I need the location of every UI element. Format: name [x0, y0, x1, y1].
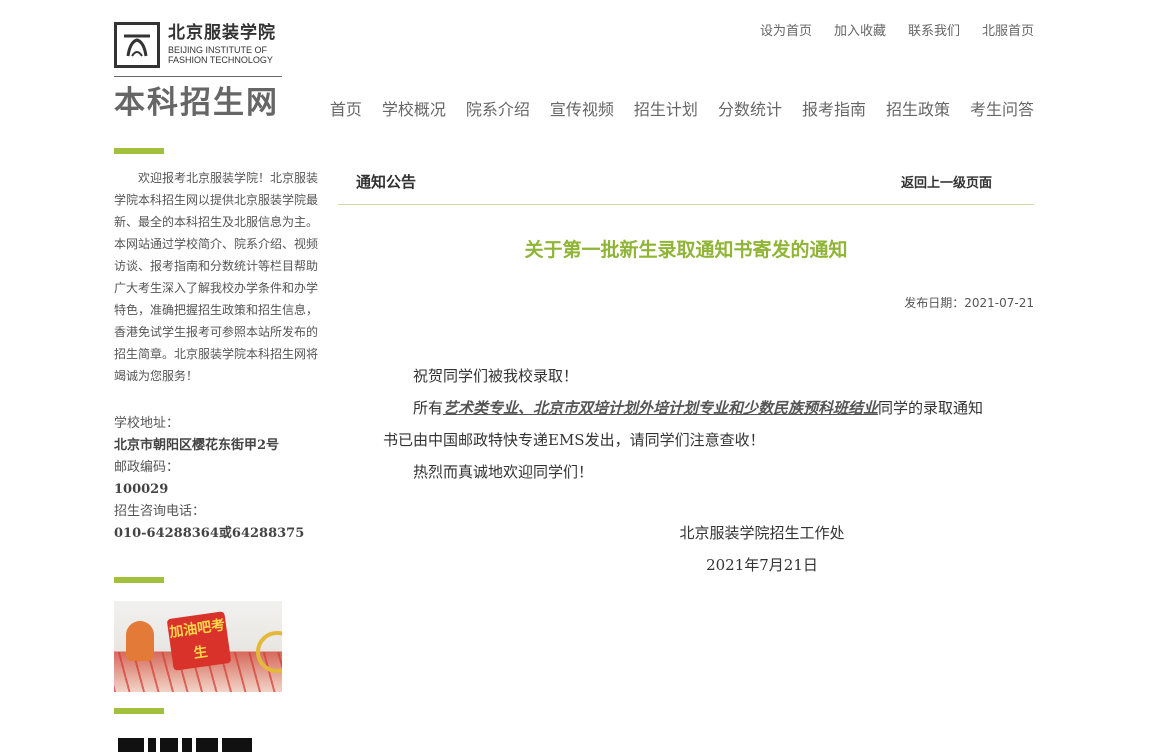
article-paragraph: 祝贺同学们被我校录取！	[413, 367, 579, 385]
article-paragraph: 热烈而真诚地欢迎同学们！	[413, 463, 594, 481]
top-utility-links: 设为首页 加入收藏 联系我们 北服首页	[760, 23, 1034, 41]
sidebar-intro-text: 欢迎报考北京服装学院！北京服装学院本科招生网以提供北京服装学院最新、最全的本科招…	[114, 171, 319, 383]
signature-organization: 北京服装学院招生工作处	[679, 524, 845, 542]
article-paragraph: 所有艺术类专业、北京市双培计划外培计划专业和少数民族预科班结业同学的录取通知书已…	[383, 392, 995, 456]
phone-value: 010-64288364或64288375	[114, 526, 305, 541]
set-homepage-link[interactable]: 设为首页	[760, 23, 812, 41]
postcode-label: 邮政编码：	[114, 460, 180, 475]
back-to-parent-link[interactable]: 返回上一级页面	[901, 172, 992, 191]
nav-enrollment-plan[interactable]: 招生计划	[634, 99, 698, 121]
promo-banner-image[interactable]: 加油吧考生	[114, 601, 282, 692]
notice-panel-header: 通知公告 返回上一级页面	[338, 161, 1034, 205]
publish-date: 发布日期：2021-07-21	[904, 294, 1034, 311]
sidebar-accent-bar	[114, 577, 164, 583]
nav-promo-video[interactable]: 宣传视频	[550, 99, 614, 121]
sidebar-accent-bar	[114, 708, 164, 714]
publish-date-value: 2021-07-21	[964, 296, 1034, 310]
nav-departments[interactable]: 院系介绍	[466, 99, 530, 121]
paragraph-text: 所有	[413, 399, 444, 417]
bift-home-link[interactable]: 北服首页	[982, 23, 1034, 41]
nav-home[interactable]: 首页	[330, 99, 362, 121]
add-favorite-link[interactable]: 加入收藏	[834, 23, 886, 41]
nav-application-guide[interactable]: 报考指南	[802, 99, 866, 121]
nav-school-overview[interactable]: 学校概况	[382, 99, 446, 121]
highlighted-majors: 艺术类专业、北京市双培计划外培计划专业和少数民族预科班结业	[443, 399, 879, 417]
article-body: 祝贺同学们被我校录取！ 所有艺术类专业、北京市双培计划外培计划专业和少数民族预科…	[383, 360, 995, 488]
sidebar-accent-bar	[114, 148, 164, 154]
main-navigation: 首页 学校概况 院系介绍 宣传视频 招生计划 分数统计 报考指南 招生政策 考生…	[330, 99, 1034, 121]
signature-date: 2021年7月21日	[706, 556, 818, 574]
address-value: 北京市朝阳区樱花东街甲2号	[114, 438, 280, 453]
promo-badge: 加油吧考生	[166, 611, 232, 671]
panel-title: 通知公告	[356, 173, 417, 191]
contact-info: 学校地址： 北京市朝阳区樱花东街甲2号 邮政编码： 100029 招生咨询电话：…	[114, 413, 320, 545]
publish-date-label: 发布日期：	[904, 296, 965, 310]
contact-us-link[interactable]: 联系我们	[908, 23, 960, 41]
promo-figure	[126, 621, 154, 661]
address-label: 学校地址：	[114, 416, 180, 431]
logo-english-line-2: FASHION TECHNOLOGY	[168, 55, 273, 65]
nav-faq[interactable]: 考生问答	[970, 99, 1034, 121]
nav-score-stats[interactable]: 分数统计	[718, 99, 782, 121]
logo-english-line-1: BEIJING INSTITUTE OF	[168, 45, 268, 55]
school-logo[interactable]: 北京服装学院 BEIJING INSTITUTE OF FASHION TECH…	[114, 22, 284, 77]
logo-chinese-name: 北京服装学院	[168, 23, 276, 43]
phone-label: 招生咨询电话：	[114, 504, 206, 519]
nav-enrollment-policy[interactable]: 招生政策	[886, 99, 950, 121]
article-title: 关于第一批新生录取通知书寄发的通知	[524, 239, 848, 261]
postcode-value: 100029	[114, 482, 169, 497]
logo-divider	[114, 76, 282, 77]
school-emblem-icon	[114, 22, 160, 68]
site-name[interactable]: 本科招生网	[114, 82, 279, 124]
